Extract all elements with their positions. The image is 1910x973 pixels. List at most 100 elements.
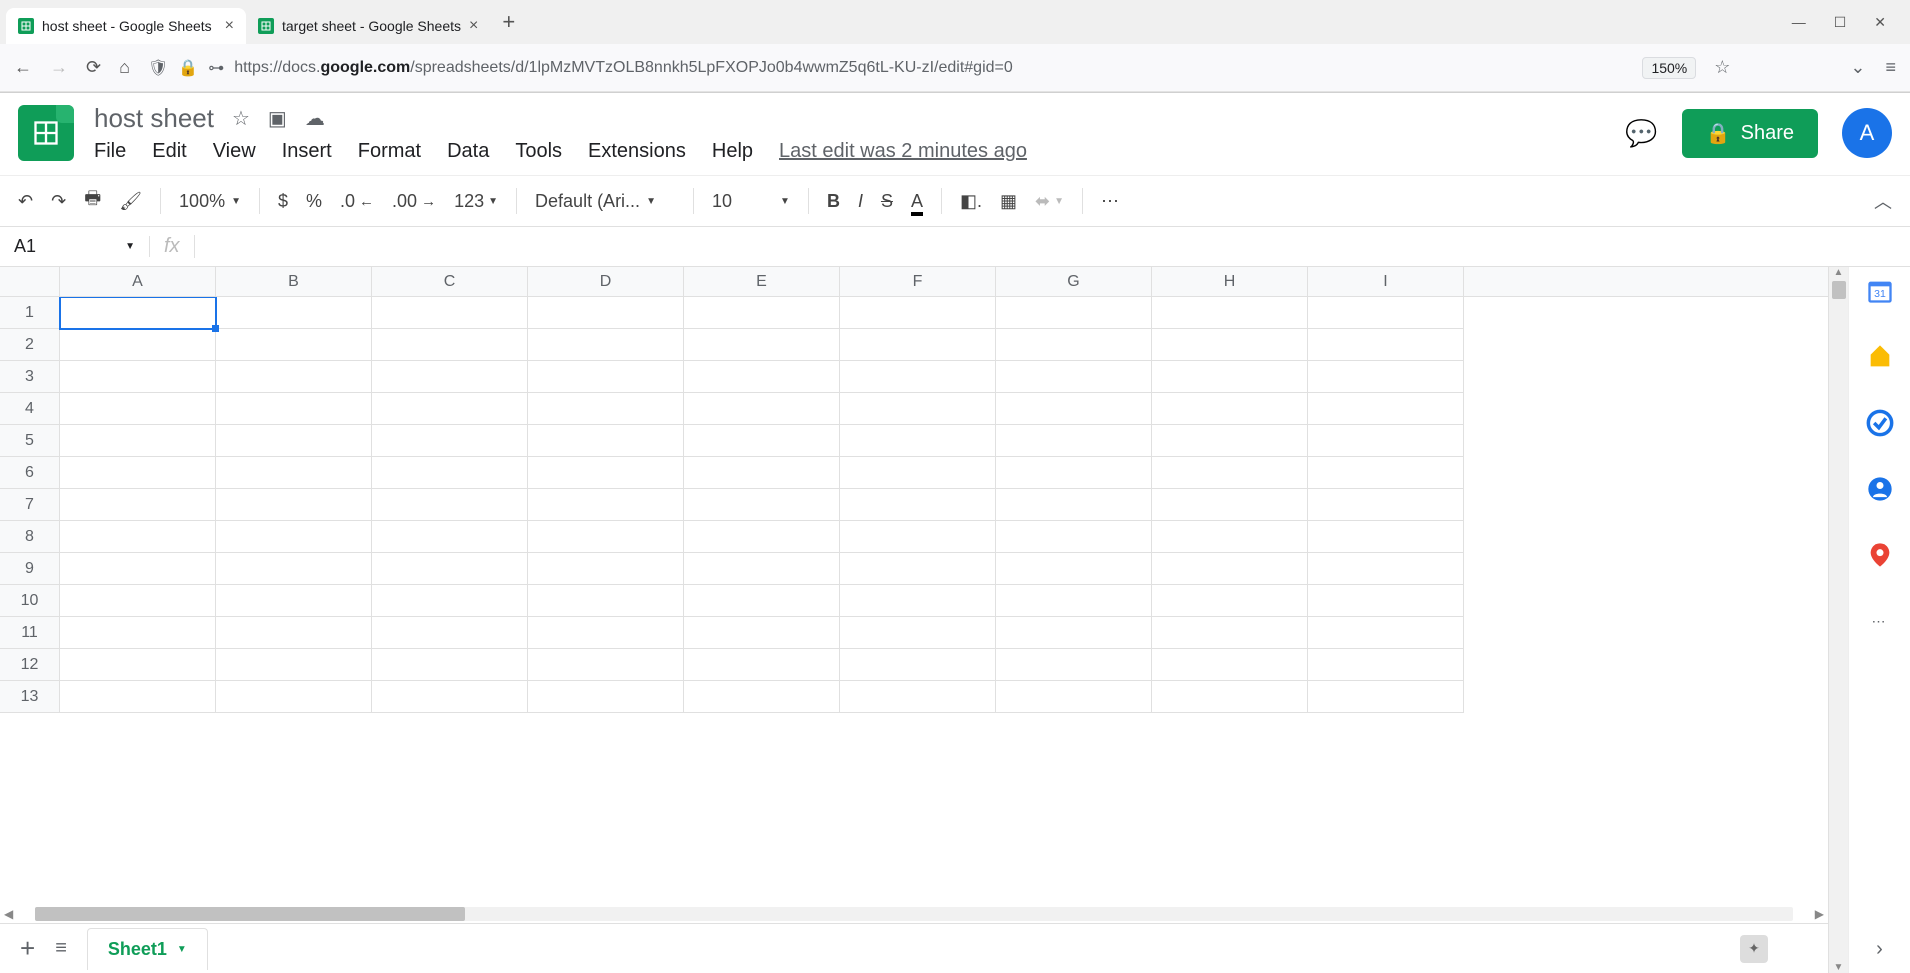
- cell[interactable]: [684, 681, 840, 713]
- column-header[interactable]: I: [1308, 267, 1464, 296]
- row-header[interactable]: 10: [0, 585, 60, 617]
- cell[interactable]: [216, 393, 372, 425]
- reload-button[interactable]: ⟳: [86, 57, 101, 78]
- cell[interactable]: [60, 457, 216, 489]
- browser-tab-target[interactable]: target sheet - Google Sheets ×: [246, 8, 490, 44]
- cell[interactable]: [528, 681, 684, 713]
- cell[interactable]: [372, 585, 528, 617]
- cell[interactable]: [372, 361, 528, 393]
- cell[interactable]: [840, 489, 996, 521]
- column-header[interactable]: B: [216, 267, 372, 296]
- chevron-down-icon[interactable]: ▼: [780, 196, 790, 207]
- minimize-icon[interactable]: —: [1792, 14, 1806, 31]
- cell[interactable]: [60, 489, 216, 521]
- column-header[interactable]: E: [684, 267, 840, 296]
- cell[interactable]: [684, 521, 840, 553]
- row-header[interactable]: 13: [0, 681, 60, 713]
- contacts-icon[interactable]: [1866, 475, 1894, 503]
- vertical-scrollbar[interactable]: ▲ ▼: [1828, 267, 1848, 973]
- cell[interactable]: [996, 649, 1152, 681]
- row-header[interactable]: 4: [0, 393, 60, 425]
- column-header[interactable]: G: [996, 267, 1152, 296]
- cell[interactable]: [1308, 489, 1464, 521]
- cell[interactable]: [1308, 457, 1464, 489]
- cell[interactable]: [1308, 649, 1464, 681]
- row-header[interactable]: 11: [0, 617, 60, 649]
- cell[interactable]: [372, 329, 528, 361]
- cell[interactable]: [996, 425, 1152, 457]
- explore-button[interactable]: ✦: [1740, 935, 1768, 963]
- cell[interactable]: [372, 521, 528, 553]
- borders-button[interactable]: ▦: [1000, 191, 1017, 212]
- cell[interactable]: [1152, 553, 1308, 585]
- close-window-icon[interactable]: ✕: [1874, 14, 1886, 31]
- cell[interactable]: [216, 329, 372, 361]
- hscroll-thumb[interactable]: [35, 907, 465, 921]
- font-dropdown[interactable]: Default (Ari... ▼: [535, 191, 675, 212]
- cell[interactable]: [216, 425, 372, 457]
- fill-color-button[interactable]: ◧.: [960, 191, 982, 212]
- account-avatar[interactable]: A: [1842, 108, 1892, 158]
- cell[interactable]: [1152, 425, 1308, 457]
- last-edit-link[interactable]: Last edit was 2 minutes ago: [779, 140, 1027, 163]
- cell[interactable]: [216, 617, 372, 649]
- row-header[interactable]: 8: [0, 521, 60, 553]
- cell[interactable]: [1152, 489, 1308, 521]
- cell[interactable]: [216, 585, 372, 617]
- cell[interactable]: [1152, 649, 1308, 681]
- cell[interactable]: [372, 681, 528, 713]
- cell[interactable]: [60, 361, 216, 393]
- cell[interactable]: [60, 521, 216, 553]
- cell[interactable]: [60, 393, 216, 425]
- maximize-icon[interactable]: ☐: [1834, 14, 1847, 31]
- cell[interactable]: [840, 457, 996, 489]
- undo-button[interactable]: ↶: [18, 191, 33, 212]
- cell[interactable]: [684, 393, 840, 425]
- cell[interactable]: [216, 457, 372, 489]
- paint-format-button[interactable]: 🖌: [119, 191, 142, 212]
- cell[interactable]: [216, 553, 372, 585]
- column-header[interactable]: D: [528, 267, 684, 296]
- all-sheets-button[interactable]: ≡: [55, 937, 67, 960]
- cell[interactable]: [1308, 521, 1464, 553]
- cell[interactable]: [840, 425, 996, 457]
- cell[interactable]: [996, 457, 1152, 489]
- chevron-down-icon[interactable]: ▼: [177, 944, 187, 955]
- cell[interactable]: [216, 649, 372, 681]
- lock-icon[interactable]: 🔒: [178, 58, 198, 78]
- cell[interactable]: [840, 681, 996, 713]
- cell[interactable]: [996, 361, 1152, 393]
- collapse-sidepanel-icon[interactable]: ›: [1876, 938, 1883, 961]
- cell[interactable]: [60, 681, 216, 713]
- cell[interactable]: [216, 361, 372, 393]
- cell[interactable]: [1308, 425, 1464, 457]
- cell[interactable]: [528, 457, 684, 489]
- text-color-button[interactable]: A: [911, 191, 923, 212]
- cell[interactable]: [684, 329, 840, 361]
- select-all-corner[interactable]: [0, 267, 60, 296]
- cell[interactable]: [840, 553, 996, 585]
- cell[interactable]: [528, 297, 684, 329]
- cell[interactable]: [372, 553, 528, 585]
- cell[interactable]: [840, 393, 996, 425]
- forward-button[interactable]: →: [50, 57, 68, 78]
- menu-help[interactable]: Help: [712, 140, 753, 163]
- move-icon[interactable]: ▣: [268, 106, 287, 131]
- cell[interactable]: [216, 521, 372, 553]
- font-size-dropdown[interactable]: 10: [712, 191, 762, 212]
- row-header[interactable]: 7: [0, 489, 60, 521]
- close-icon[interactable]: ×: [469, 17, 478, 35]
- cell[interactable]: [684, 553, 840, 585]
- horizontal-scrollbar[interactable]: ◀ ▶: [0, 905, 1828, 923]
- cell[interactable]: [60, 553, 216, 585]
- calendar-icon[interactable]: 31: [1866, 277, 1894, 305]
- redo-button[interactable]: ↷: [51, 191, 66, 212]
- cell[interactable]: [1308, 393, 1464, 425]
- column-header[interactable]: F: [840, 267, 996, 296]
- menu-edit[interactable]: Edit: [152, 140, 186, 163]
- cell[interactable]: [1308, 585, 1464, 617]
- cell[interactable]: [1152, 681, 1308, 713]
- menu-extensions[interactable]: Extensions: [588, 140, 686, 163]
- cell[interactable]: [840, 617, 996, 649]
- cell[interactable]: [216, 297, 372, 329]
